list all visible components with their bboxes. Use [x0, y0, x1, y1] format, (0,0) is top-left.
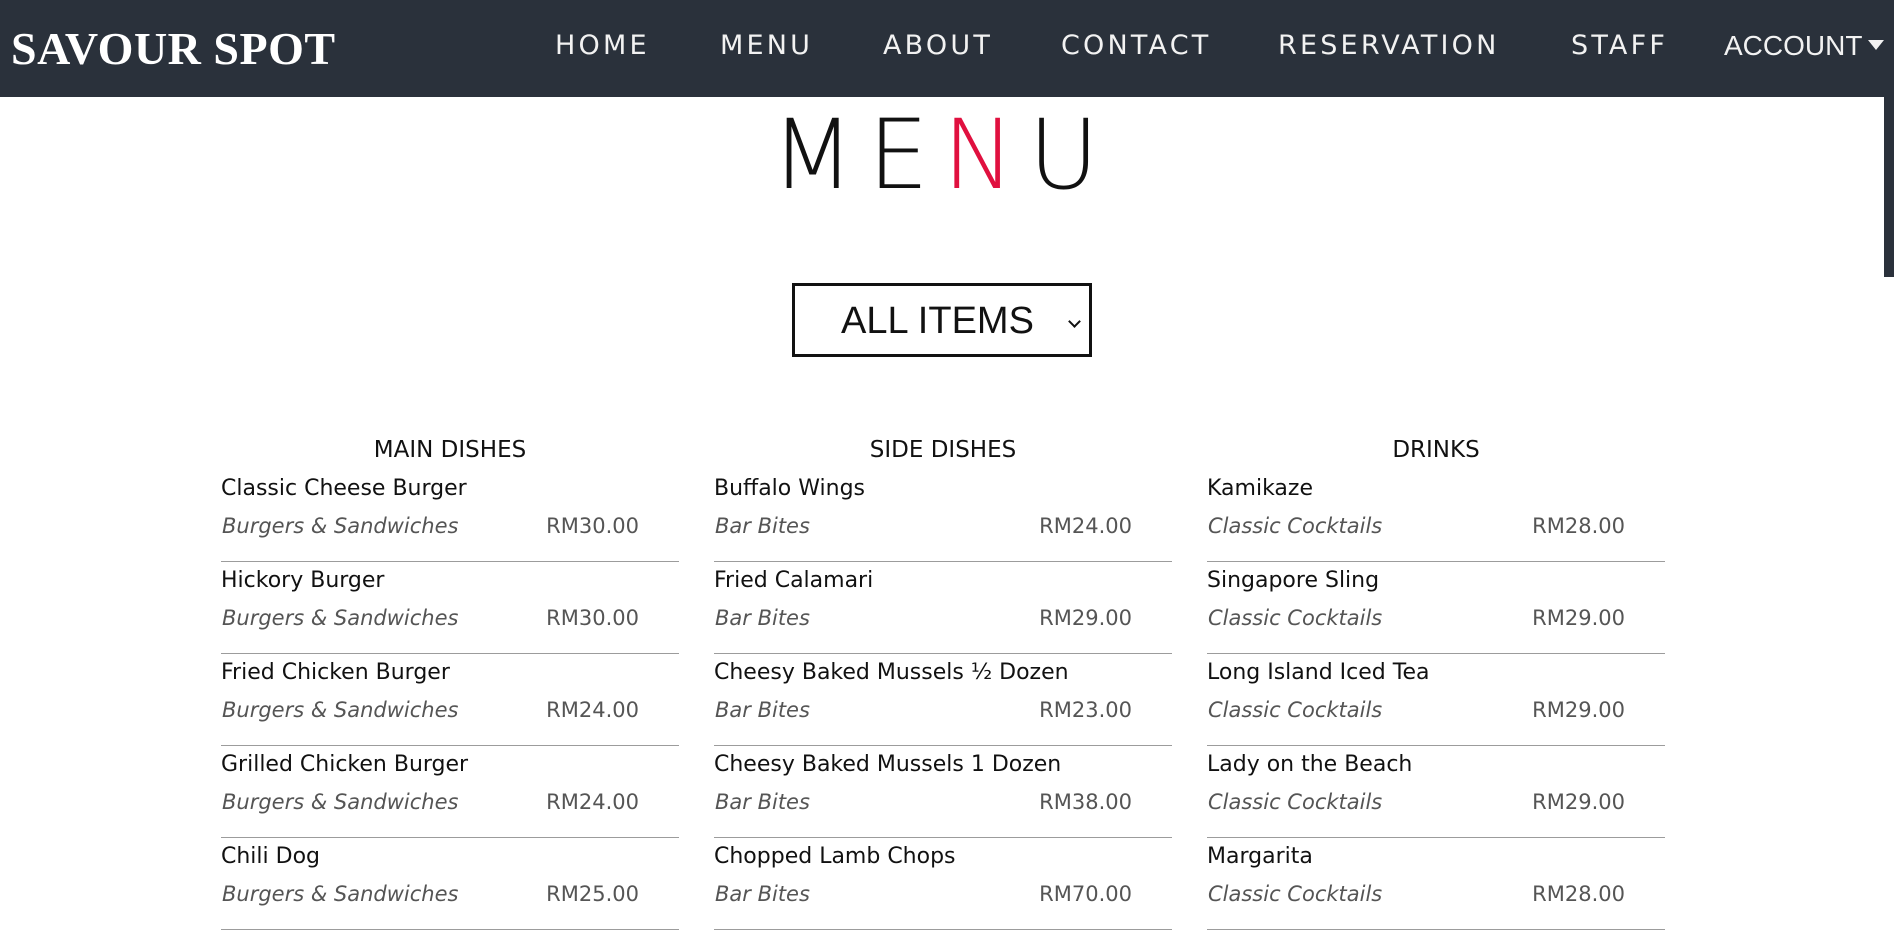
menu-item-price: RM30.00 — [546, 606, 639, 630]
nav-contact[interactable]: CONTACT — [1061, 26, 1211, 66]
menu-column: DRINKS Kamikaze Classic Cocktails RM28.00 Si… — [1207, 430, 1665, 930]
menu-item-name: Chopped Lamb Chops — [714, 844, 956, 869]
menu-item[interactable]: Singapore Sling Classic Cocktails RM29.00 — [1207, 562, 1665, 654]
menu-column: MAIN DISHES Classic Cheese Burger Burgers … — [221, 430, 679, 930]
menu-item-name: Fried Calamari — [714, 568, 874, 593]
menu-item[interactable]: Fried Chicken Burger Burgers & Sandwiches… — [221, 654, 679, 746]
menu-item-category: Classic Cocktails — [1208, 514, 1383, 538]
menu-item-category: Bar Bites — [715, 606, 810, 630]
nav-home[interactable]: HOME — [555, 26, 650, 66]
menu-item[interactable]: Kamikaze Classic Cocktails RM28.00 — [1207, 470, 1665, 562]
menu-item[interactable]: Hickory Burger Burgers & Sandwiches RM30.0… — [221, 562, 679, 654]
menu-item-name: Kamikaze — [1207, 476, 1313, 501]
menu-item-name: Long Island Iced Tea — [1207, 660, 1430, 685]
menu-item-name: Buffalo Wings — [714, 476, 865, 501]
menu-item-price: RM28.00 — [1532, 514, 1625, 538]
menu-item-name: Grilled Chicken Burger — [221, 752, 469, 777]
menu-item-category: Classic Cocktails — [1208, 606, 1383, 630]
menu-item-category: Classic Cocktails — [1208, 790, 1383, 814]
menu-item-name: Cheesy Baked Mussels 1 Dozen — [714, 752, 1062, 777]
menu-item-category: Burgers & Sandwiches — [222, 606, 459, 630]
menu-item-price: RM29.00 — [1532, 698, 1625, 722]
category-filter-value: ALL ITEMS — [841, 300, 1034, 342]
menu-item-category: Burgers & Sandwiches — [222, 882, 459, 906]
menu-item[interactable]: Lady on the Beach Classic Cocktails RM29.0… — [1207, 746, 1665, 838]
menu-item[interactable]: Long Island Iced Tea Classic Cocktails RM2… — [1207, 654, 1665, 746]
menu-item-name: Lady on the Beach — [1207, 752, 1413, 777]
nav-account-dropdown[interactable]: ACCOUNT — [1724, 26, 1885, 66]
menu-item-category: Bar Bites — [715, 698, 810, 722]
nav-menu[interactable]: MENU — [720, 26, 813, 66]
menu-item-price: RM25.00 — [546, 882, 639, 906]
menu-item-category: Classic Cocktails — [1208, 882, 1383, 906]
menu-item[interactable]: Chili Dog Burgers & Sandwiches RM25.00 — [221, 838, 679, 930]
nav-about[interactable]: ABOUT — [883, 26, 993, 66]
title-part-1: ME — [771, 99, 943, 211]
menu-item-price: RM23.00 — [1039, 698, 1132, 722]
title-part-2: U — [1028, 99, 1113, 211]
page-title: MENU — [0, 100, 1884, 210]
menu-item[interactable]: Cheesy Baked Mussels 1 Dozen Bar Bites RM3… — [714, 746, 1172, 838]
menu-item-price: RM24.00 — [546, 790, 639, 814]
nav-staff[interactable]: STAFF — [1571, 26, 1668, 66]
menu-item[interactable]: Classic Cheese Burger Burgers & Sandwiche… — [221, 470, 679, 562]
nav-account-label: ACCOUNT — [1724, 30, 1863, 61]
menu-item-name: Singapore Sling — [1207, 568, 1380, 593]
menu-item-category: Burgers & Sandwiches — [222, 698, 459, 722]
menu-item-name: Hickory Burger — [221, 568, 385, 593]
menu-item-price: RM29.00 — [1532, 606, 1625, 630]
menu-item[interactable]: Cheesy Baked Mussels ½ Dozen Bar Bites RM2… — [714, 654, 1172, 746]
column-heading: SIDE DISHES — [869, 437, 1017, 463]
category-filter-select[interactable]: ALL ITEMS — [792, 283, 1092, 357]
menu-item[interactable]: Chopped Lamb Chops Bar Bites RM70.00 — [714, 838, 1172, 930]
column-heading: MAIN DISHES — [373, 437, 527, 463]
menu-item-price: RM38.00 — [1039, 790, 1132, 814]
menu-item-price: RM29.00 — [1532, 790, 1625, 814]
nav-reservation[interactable]: RESERVATION — [1278, 26, 1500, 66]
menu-item-price: RM24.00 — [546, 698, 639, 722]
menu-item-price: RM70.00 — [1039, 882, 1132, 906]
menu-item-name: Fried Chicken Burger — [221, 660, 450, 685]
menu-item-category: Burgers & Sandwiches — [222, 514, 459, 538]
title-accent-letter: N — [942, 99, 1029, 211]
menu-item-category: Bar Bites — [715, 790, 810, 814]
menu-item-price: RM28.00 — [1532, 882, 1625, 906]
menu-item[interactable]: Grilled Chicken Burger Burgers & Sandwich… — [221, 746, 679, 838]
caret-down-icon — [1868, 40, 1885, 50]
menu-item-name: Margarita — [1207, 844, 1313, 869]
column-heading: DRINKS — [1392, 437, 1480, 463]
menu-item-price: RM30.00 — [546, 514, 639, 538]
menu-item[interactable]: Buffalo Wings Bar Bites RM24.00 — [714, 470, 1172, 562]
menu-item-name: Chili Dog — [221, 844, 320, 869]
menu-item-category: Classic Cocktails — [1208, 698, 1383, 722]
navbar: SAVOUR SPOT HOME MENU ABOUT CONTACT RESE… — [0, 0, 1894, 97]
scrollbar[interactable] — [1884, 97, 1894, 277]
brand-logo[interactable]: SAVOUR SPOT — [11, 18, 336, 80]
menu-column: SIDE DISHES Buffalo Wings Bar Bites RM24.00… — [714, 430, 1172, 930]
menu-item-category: Bar Bites — [715, 882, 810, 906]
menu-item[interactable]: Fried Calamari Bar Bites RM29.00 — [714, 562, 1172, 654]
menu-item[interactable]: Margarita Classic Cocktails RM28.00 — [1207, 838, 1665, 930]
menu-item-name: Classic Cheese Burger — [221, 476, 467, 501]
menu-item-price: RM24.00 — [1039, 514, 1132, 538]
menu-item-category: Bar Bites — [715, 514, 810, 538]
menu-item-name: Cheesy Baked Mussels ½ Dozen — [714, 660, 1069, 685]
menu-item-price: RM29.00 — [1039, 606, 1132, 630]
menu-item-category: Burgers & Sandwiches — [222, 790, 459, 814]
